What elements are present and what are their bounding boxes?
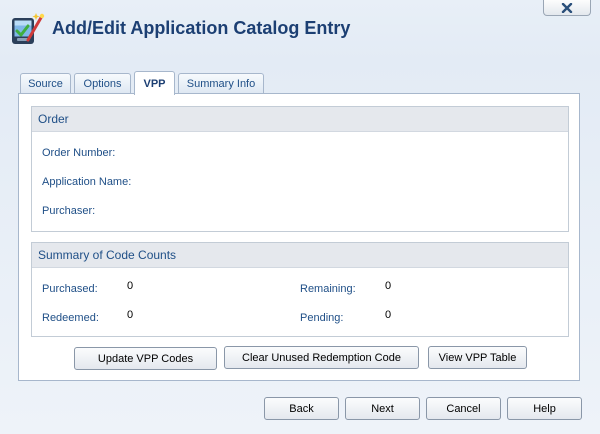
back-button[interactable]: Back xyxy=(264,397,339,420)
order-section: Order Order Number: Application Name: Pu… xyxy=(31,106,569,232)
cancel-button[interactable]: Cancel xyxy=(426,397,501,420)
dialog-title: Add/Edit Application Catalog Entry xyxy=(52,18,351,38)
vpp-panel: Order Order Number: Application Name: Pu… xyxy=(18,93,580,381)
remaining-value: 0 xyxy=(385,280,392,292)
redeemed-label: Redeemed: xyxy=(42,312,99,324)
tab-source[interactable]: Source xyxy=(20,73,71,94)
view-vpp-table-button[interactable]: View VPP Table xyxy=(428,346,527,369)
purchased-value: 0 xyxy=(127,280,134,292)
purchaser-label: Purchaser: xyxy=(42,205,96,217)
code-counts-section: Summary of Code Counts Purchased: 0 Rema… xyxy=(31,242,569,337)
tab-vpp[interactable]: VPP xyxy=(134,71,175,95)
pending-value: 0 xyxy=(385,309,392,321)
redeemed-value: 0 xyxy=(127,309,134,321)
close-icon xyxy=(561,2,573,13)
tab-summary-info[interactable]: Summary Info xyxy=(178,73,264,94)
app-catalog-wand-icon xyxy=(12,13,45,44)
update-vpp-codes-button[interactable]: Update VPP Codes xyxy=(74,347,217,370)
application-name-label: Application Name: xyxy=(42,176,132,188)
order-section-header: Order xyxy=(32,107,568,132)
purchased-label: Purchased: xyxy=(42,283,98,295)
pending-label: Pending: xyxy=(300,312,344,324)
close-button[interactable] xyxy=(543,0,591,16)
order-number-label: Order Number: xyxy=(42,147,116,159)
code-counts-section-header: Summary of Code Counts xyxy=(32,243,568,268)
dialog-window: Add/Edit Application Catalog Entry Sourc… xyxy=(0,0,600,434)
clear-unused-redemption-code-button[interactable]: Clear Unused Redemption Code xyxy=(224,346,419,369)
help-button[interactable]: Help xyxy=(507,397,582,420)
next-button[interactable]: Next xyxy=(345,397,420,420)
tab-options[interactable]: Options xyxy=(74,73,131,94)
remaining-label: Remaining: xyxy=(300,283,356,295)
